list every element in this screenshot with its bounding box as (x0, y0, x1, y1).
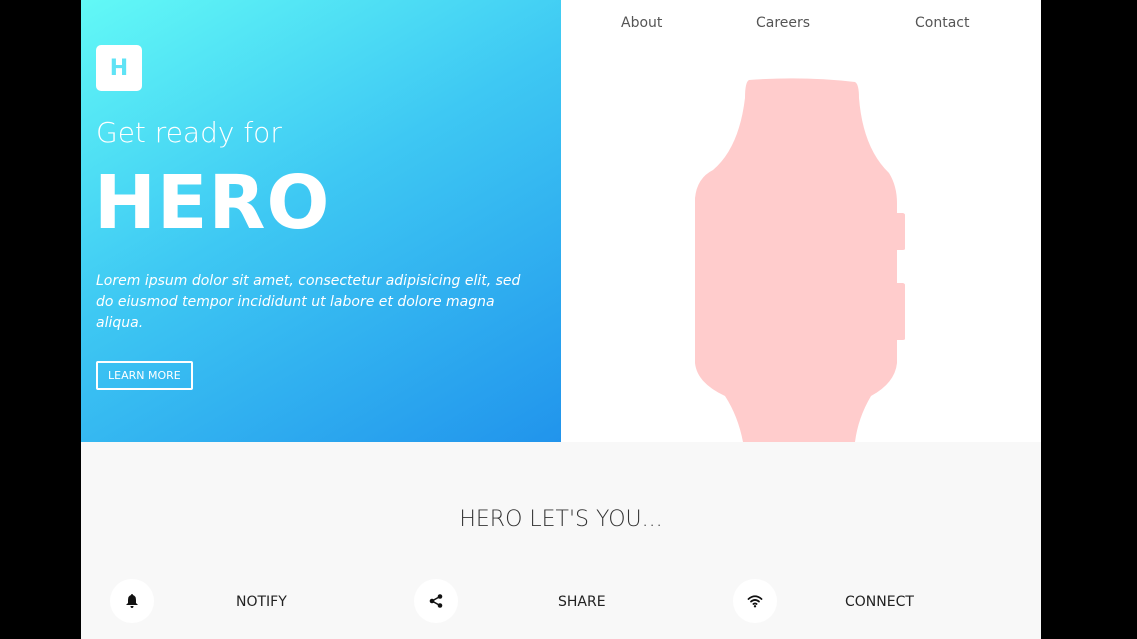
feature-icon-notify (110, 579, 154, 623)
learn-more-button[interactable]: LEARN MORE (96, 361, 193, 390)
feature-label-notify: NOTIFY (236, 594, 287, 610)
features-section: HERO LET'S YOU... NOTIFY SHARE CONNECT (81, 442, 1041, 639)
hero-panel: H Get ready for HERO Lorem ipsum dolor s… (81, 0, 561, 442)
smartwatch-illustration (695, 78, 905, 442)
watch-body (695, 78, 905, 442)
hero-title: HERO (94, 160, 331, 246)
logo[interactable]: H (96, 45, 142, 91)
hero-description: Lorem ipsum dolor sit amet, consectetur … (96, 273, 521, 331)
logo-letter: H (109, 55, 129, 81)
share-icon (429, 594, 443, 608)
hero-tagline: Get ready for (96, 116, 282, 149)
wifi-icon (747, 595, 763, 608)
nav-item-contact[interactable]: Contact (915, 15, 969, 31)
features-title: HERO LET'S YOU... (459, 507, 663, 532)
landing-page: H Get ready for HERO Lorem ipsum dolor s… (81, 0, 1041, 639)
nav-item-about[interactable]: About (621, 15, 662, 31)
feature-icon-connect (733, 579, 777, 623)
feature-icon-share (414, 579, 458, 623)
nav-item-careers[interactable]: Careers (756, 15, 810, 31)
bell-icon (126, 594, 138, 608)
feature-label-share: SHARE (558, 594, 606, 610)
feature-label-connect: CONNECT (845, 594, 914, 610)
